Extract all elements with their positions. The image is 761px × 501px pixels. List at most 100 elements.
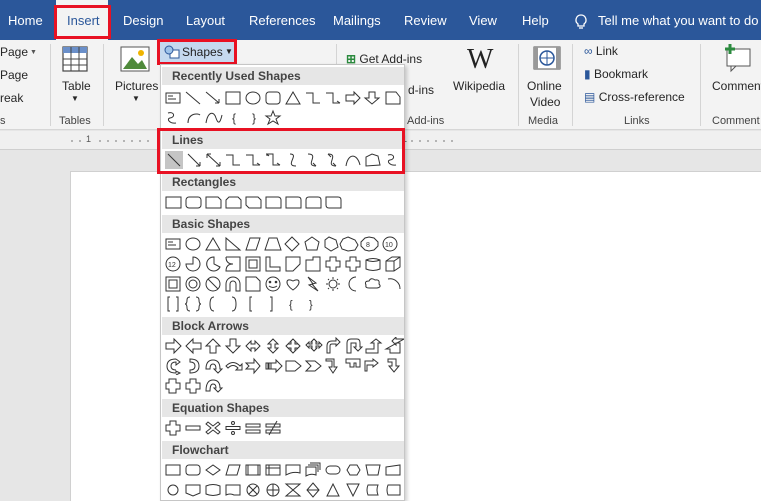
tab-review[interactable]: Review [404, 0, 447, 40]
s-curve-shape[interactable] [205, 112, 223, 124]
snip-single-corner-shape[interactable] [205, 196, 222, 209]
round-diagonal-shape[interactable] [325, 196, 342, 209]
cross-reference-button[interactable]: ▤ Cross-reference [584, 90, 685, 104]
pictures-dropdown-caret[interactable]: ▼ [132, 94, 140, 103]
block-arrows-row-2[interactable] [164, 357, 404, 375]
star-shape[interactable] [264, 109, 282, 126]
recent-shapes-row-1[interactable] [164, 89, 404, 107]
media-group-label: Media [528, 115, 558, 127]
round-single-corner-shape[interactable] [285, 196, 302, 209]
section-flowchart: Flowchart [162, 441, 404, 459]
my-addins-button[interactable]: d-ins [408, 83, 434, 97]
pages-group-label: s [0, 115, 6, 127]
rounded-rect-shape[interactable] [185, 196, 202, 209]
recent-shapes-row-2[interactable]: { } [164, 109, 404, 127]
section-equation-shapes: Equation Shapes [162, 399, 404, 417]
cover-page-button[interactable]: Page ▼ [0, 45, 37, 59]
arrow-shape[interactable] [205, 91, 220, 104]
svg-text:12: 12 [168, 262, 176, 269]
comments-group-label: Comment [712, 115, 760, 127]
link-icon: ∞ [584, 44, 593, 58]
tab-view[interactable]: View [469, 0, 497, 40]
snip-same-side-shape[interactable] [225, 196, 242, 209]
bookmark-button[interactable]: ▮ Bookmark [584, 67, 648, 81]
shapes-dropdown-caret: ▼ [225, 47, 233, 56]
equation-shapes-row[interactable] [164, 419, 404, 437]
online-video-label-1[interactable]: Online [527, 79, 562, 93]
section-basic-shapes: Basic Shapes [162, 215, 404, 233]
snip-diagonal-shape[interactable] [245, 196, 262, 209]
tab-layout[interactable]: Layout [186, 0, 225, 40]
svg-text:{: { [289, 299, 293, 311]
tables-group-label: Tables [59, 115, 91, 127]
oval-shape[interactable] [245, 91, 261, 105]
lines-section-highlight [157, 128, 405, 174]
lightbulb-icon [575, 13, 587, 29]
section-block-arrows: Block Arrows [162, 317, 404, 335]
tab-home[interactable]: Home [8, 0, 43, 40]
curve-shape[interactable] [187, 113, 201, 124]
links-group-label: Links [624, 115, 650, 127]
down-arrow-shape[interactable] [363, 91, 381, 105]
triangle-shape[interactable] [285, 91, 301, 105]
basic-shapes-row-3[interactable] [164, 275, 404, 293]
tell-me-box[interactable]: Tell me what you want to do [574, 0, 758, 40]
left-brace-shape[interactable]: { [232, 111, 236, 125]
cross-reference-icon: ▤ [584, 90, 596, 104]
section-rectangles: Rectangles [162, 173, 404, 191]
flowchart-row-2[interactable] [164, 481, 404, 499]
shapes-button-label: Shapes [182, 45, 223, 59]
text-box-shape[interactable] [165, 92, 181, 104]
insert-tab-highlight [54, 5, 111, 39]
link-button[interactable]: ∞ Link [584, 44, 618, 58]
word-window: Home Insert Design Layout References Mai… [0, 0, 761, 501]
tab-mailings[interactable]: Mailings [333, 0, 381, 40]
table-button[interactable]: Table [62, 79, 91, 93]
snip-rectangle-shape[interactable] [385, 91, 401, 105]
shapes-icon [164, 45, 180, 59]
rectangles-row[interactable] [164, 193, 404, 211]
tab-design[interactable]: Design [123, 0, 163, 40]
basic-shapes-row-2[interactable]: 12 [164, 255, 404, 273]
separator [103, 44, 104, 126]
blank-page-button[interactable]: Page [0, 68, 28, 82]
elbow-arrow-shape[interactable] [326, 92, 341, 104]
basic-shapes-row-1[interactable]: 8 10 [164, 235, 404, 253]
pictures-icon [120, 46, 150, 72]
page-break-button[interactable]: reak [0, 91, 23, 105]
svg-text:8: 8 [366, 242, 370, 249]
rectangle-shape[interactable] [225, 91, 241, 105]
elbow-connector-shape[interactable] [306, 92, 320, 104]
rect-shape[interactable] [165, 196, 182, 209]
snip-round-shape[interactable] [265, 196, 282, 209]
tab-references[interactable]: References [249, 0, 315, 40]
shapes-button[interactable]: Shapes ▼ [157, 39, 237, 65]
freeform-shape[interactable] [167, 112, 177, 124]
tab-help[interactable]: Help [522, 0, 549, 40]
rounded-rectangle-shape[interactable] [265, 91, 281, 105]
right-brace-shape[interactable]: } [252, 111, 256, 125]
right-arrow-shape[interactable] [345, 90, 361, 106]
ruler-number: 1 [86, 134, 92, 144]
pictures-button[interactable]: Pictures [115, 79, 158, 93]
separator [572, 44, 573, 126]
block-arrows-row-1[interactable] [164, 337, 404, 355]
ribbon-tab-bar: Home Insert Design Layout References Mai… [0, 0, 761, 40]
svg-text:10: 10 [385, 242, 393, 249]
wikipedia-button[interactable]: Wikipedia [453, 79, 505, 93]
svg-text:}: } [309, 299, 313, 311]
new-comment-button[interactable]: Comment [712, 79, 761, 93]
separator [700, 44, 701, 126]
bookmark-icon: ▮ [584, 67, 591, 81]
tell-me-text: Tell me what you want to do [598, 13, 759, 28]
block-arrows-row-3[interactable] [164, 377, 404, 395]
online-video-label-2[interactable]: Video [530, 95, 560, 109]
table-dropdown-caret[interactable]: ▼ [71, 94, 79, 103]
addins-group-label: Add-ins [407, 115, 445, 127]
flowchart-row-1[interactable] [164, 461, 404, 479]
basic-shapes-row-4[interactable]: { } [164, 295, 404, 313]
separator [518, 44, 519, 126]
separator [50, 44, 51, 126]
line-shape[interactable] [185, 91, 201, 105]
round-same-side-shape[interactable] [305, 196, 322, 209]
